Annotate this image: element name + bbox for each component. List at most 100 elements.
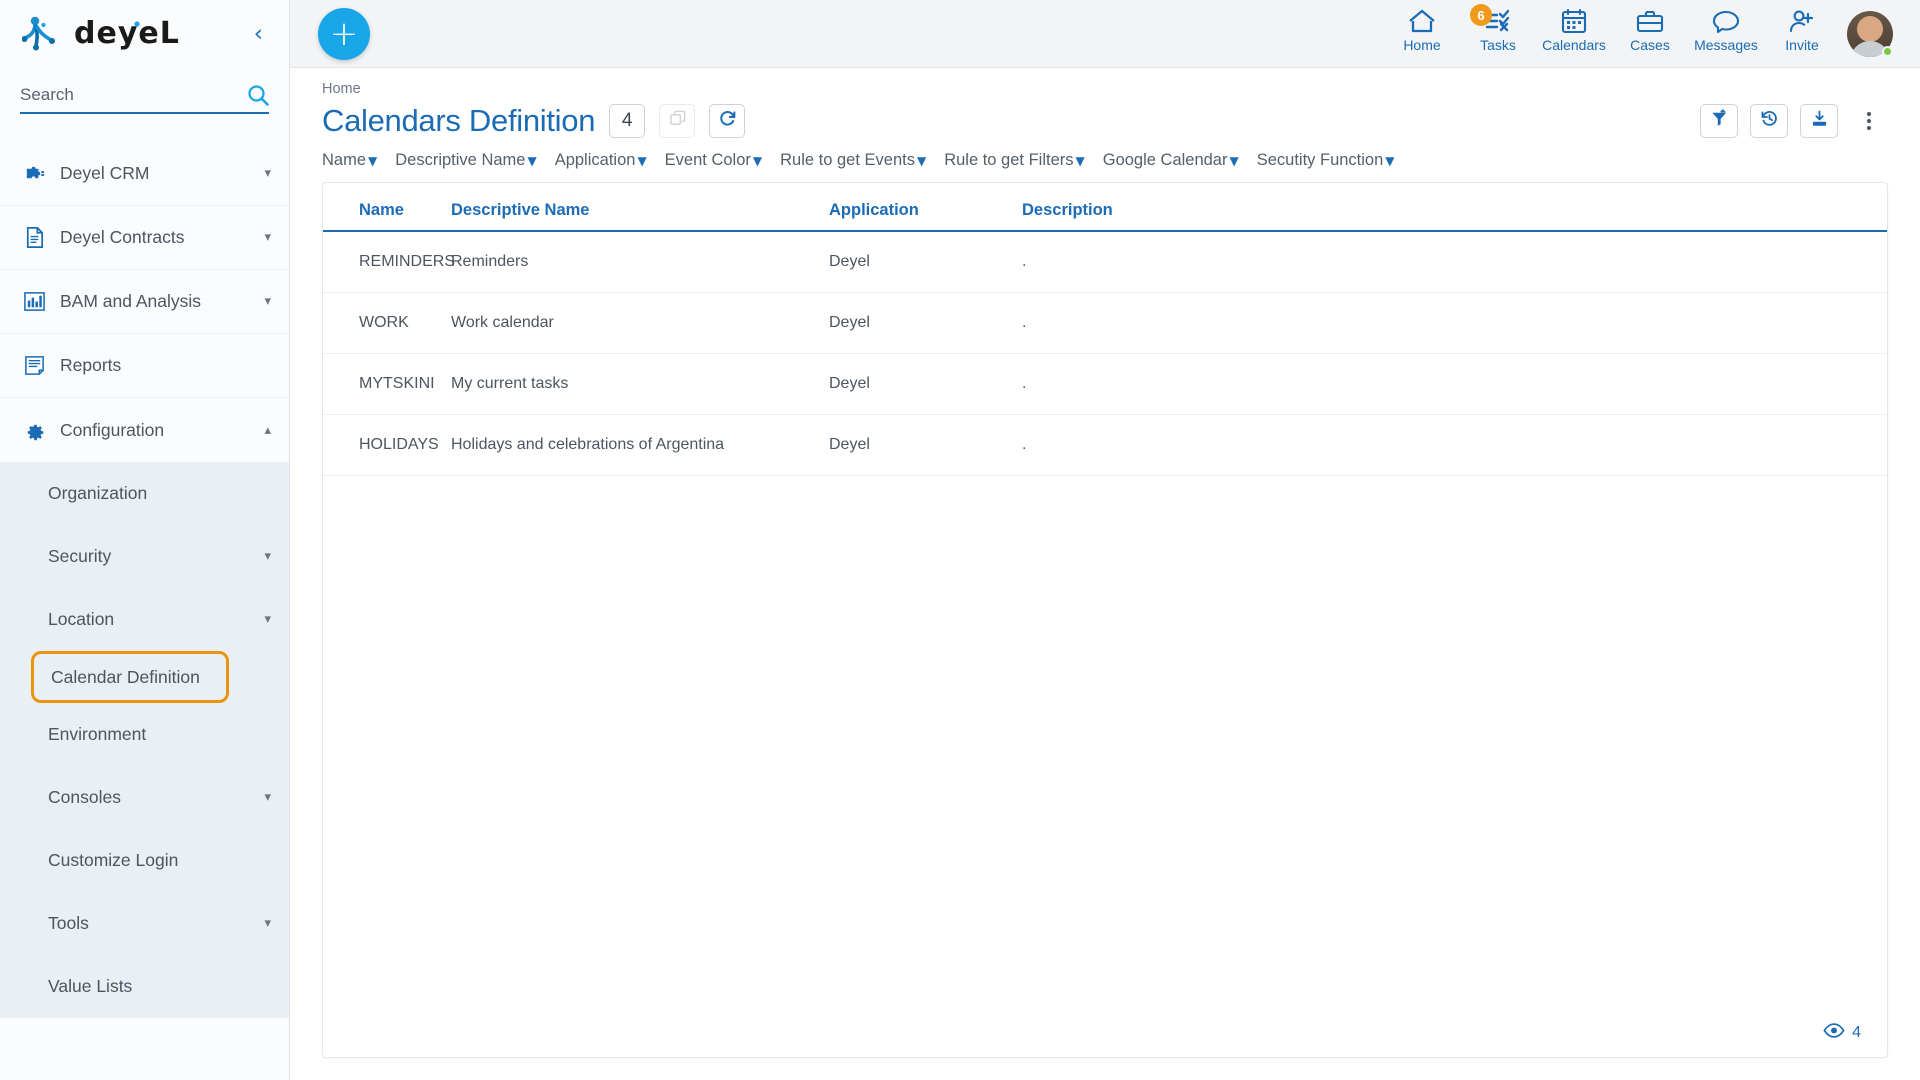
sidebar-item-environment[interactable]: Environment (0, 703, 289, 766)
chevron-down-icon: ▼ (1076, 154, 1085, 168)
filter-rule-to-get-events[interactable]: Rule to get Events ▼ (780, 151, 926, 170)
sidebar-item-location[interactable]: Location ▾ (0, 588, 289, 651)
gear-icon (22, 418, 46, 442)
column-header-application[interactable]: Application (829, 183, 1022, 231)
filter-label: Name (322, 151, 366, 170)
sidebar-item-tools[interactable]: Tools ▾ (0, 892, 289, 955)
sidebar-subitem-label: Customize Login (48, 850, 178, 871)
search-input[interactable] (20, 85, 247, 105)
calendar-icon (1559, 6, 1589, 34)
filter-event-color[interactable]: Event Color ▼ (665, 151, 762, 170)
refresh-button[interactable] (709, 104, 745, 138)
nav-messages[interactable]: Messages (1688, 6, 1764, 61)
calendars-table: Name Descriptive Name Application Descri… (323, 183, 1887, 476)
filter-google-calendar[interactable]: Google Calendar ▼ (1103, 151, 1239, 170)
sidebar-item-label: Deyel CRM (60, 163, 149, 184)
avatar[interactable] (1840, 11, 1900, 61)
chevron-down-icon[interactable]: ▾ (264, 791, 271, 804)
cell-description: . (1022, 231, 1887, 292)
sidebar-item-deyel-contracts[interactable]: Deyel Contracts ▾ (0, 206, 289, 270)
records-card: Name Descriptive Name Application Descri… (322, 182, 1888, 1058)
cell-description: . (1022, 292, 1887, 353)
refresh-icon (718, 109, 737, 133)
sidebar-item-calendar-definition[interactable]: Calendar Definition (31, 651, 229, 703)
sidebar-item-deyel-crm[interactable]: Deyel CRM ▾ (0, 142, 289, 206)
puzzle-icon (22, 162, 46, 186)
search-box[interactable] (20, 84, 269, 114)
cell-name: REMINDERS (323, 231, 451, 292)
nav-label: Calendars (1542, 37, 1606, 53)
history-button[interactable] (1750, 104, 1788, 138)
chevron-down-icon[interactable]: ▾ (264, 917, 271, 930)
cell-descriptive-name: Reminders (451, 231, 829, 292)
tasks-badge: 6 (1470, 4, 1492, 26)
chevron-down-icon: ▼ (917, 154, 926, 168)
nav-tasks[interactable]: 6 Tasks (1460, 6, 1536, 61)
search-icon[interactable] (247, 84, 269, 106)
table-row[interactable]: HOLIDAYS Holidays and celebrations of Ar… (323, 414, 1887, 475)
sidebar-item-consoles[interactable]: Consoles ▾ (0, 766, 289, 829)
filter-name[interactable]: Name ▼ (322, 151, 377, 170)
column-header-name[interactable]: Name (323, 183, 451, 231)
filter-button[interactable] (1700, 104, 1738, 138)
chevron-down-icon[interactable]: ▾ (264, 550, 271, 563)
table-head: Name Descriptive Name Application Descri… (323, 183, 1887, 231)
filter-secutity-function[interactable]: Secutity Function ▼ (1257, 151, 1395, 170)
page-title: Calendars Definition (322, 103, 595, 139)
history-icon (1760, 109, 1779, 133)
nav-invite[interactable]: Invite (1764, 6, 1840, 61)
deyel-wordmark: deyeL (74, 17, 238, 51)
add-user-icon (1787, 6, 1817, 34)
sidebar-item-label: Configuration (60, 420, 164, 441)
chevron-down-icon: ▼ (753, 154, 762, 168)
nav-home[interactable]: Home (1384, 6, 1460, 61)
sidebar-subitem-label: Organization (48, 483, 147, 504)
sidebar-item-customize-login[interactable]: Customize Login (0, 829, 289, 892)
main-area: + Home 6 (290, 0, 1920, 1080)
sidebar-collapse-icon[interactable]: ‹ (248, 19, 269, 50)
sidebar: deyeL ‹ (0, 0, 290, 1080)
add-button[interactable]: + (318, 8, 370, 60)
cell-descriptive-name: Work calendar (451, 292, 829, 353)
table-row[interactable]: REMINDERS Reminders Deyel . (323, 231, 1887, 292)
chevron-down-icon[interactable]: ▾ (264, 613, 271, 626)
export-button[interactable] (1800, 104, 1838, 138)
duplicate-button[interactable] (659, 104, 695, 138)
online-status-dot (1882, 46, 1893, 57)
table-row[interactable]: MYTSKINI My current tasks Deyel . (323, 353, 1887, 414)
cell-application: Deyel (829, 292, 1022, 353)
filter-label: Secutity Function (1257, 151, 1384, 170)
filter-descriptive-name[interactable]: Descriptive Name ▼ (395, 151, 536, 170)
document-icon (22, 226, 46, 250)
sidebar-item-bam-and-analysis[interactable]: BAM and Analysis ▾ (0, 270, 289, 334)
chevron-down-icon: ▼ (1229, 154, 1238, 168)
nav-cases[interactable]: Cases (1612, 6, 1688, 61)
sidebar-item-value-lists[interactable]: Value Lists (0, 955, 289, 1018)
filter-icon (1710, 109, 1729, 133)
chevron-down-icon[interactable]: ▾ (264, 231, 271, 244)
chevron-down-icon: ▼ (527, 154, 536, 168)
sidebar-item-configuration[interactable]: Configuration ▴ (0, 398, 289, 462)
chevron-down-icon[interactable]: ▾ (264, 295, 271, 308)
sidebar-item-reports[interactable]: Reports (0, 334, 289, 398)
sidebar-item-security[interactable]: Security ▾ (0, 525, 289, 588)
more-options-button[interactable] (1850, 104, 1888, 138)
column-header-description[interactable]: Description (1022, 183, 1887, 231)
sidebar-item-organization[interactable]: Organization (0, 462, 289, 525)
cell-application: Deyel (829, 414, 1022, 475)
filter-rule-to-get-filters[interactable]: Rule to get Filters ▼ (944, 151, 1085, 170)
cell-descriptive-name: Holidays and celebrations of Argentina (451, 414, 829, 475)
chevron-down-icon: ▼ (637, 154, 646, 168)
cell-name: HOLIDAYS (323, 414, 451, 475)
column-header-descriptive-name[interactable]: Descriptive Name (451, 183, 829, 231)
eye-icon (1823, 1023, 1845, 1043)
chevron-up-icon[interactable]: ▴ (264, 424, 271, 437)
table-row[interactable]: WORK Work calendar Deyel . (323, 292, 1887, 353)
nav-calendars[interactable]: Calendars (1536, 6, 1612, 61)
sidebar-subitem-label: Location (48, 609, 114, 630)
chevron-down-icon[interactable]: ▾ (264, 167, 271, 180)
sidebar-subitem-label: Security (48, 546, 111, 567)
breadcrumb[interactable]: Home (290, 68, 1920, 97)
kebab-icon (1867, 126, 1871, 130)
filter-application[interactable]: Application ▼ (555, 151, 647, 170)
